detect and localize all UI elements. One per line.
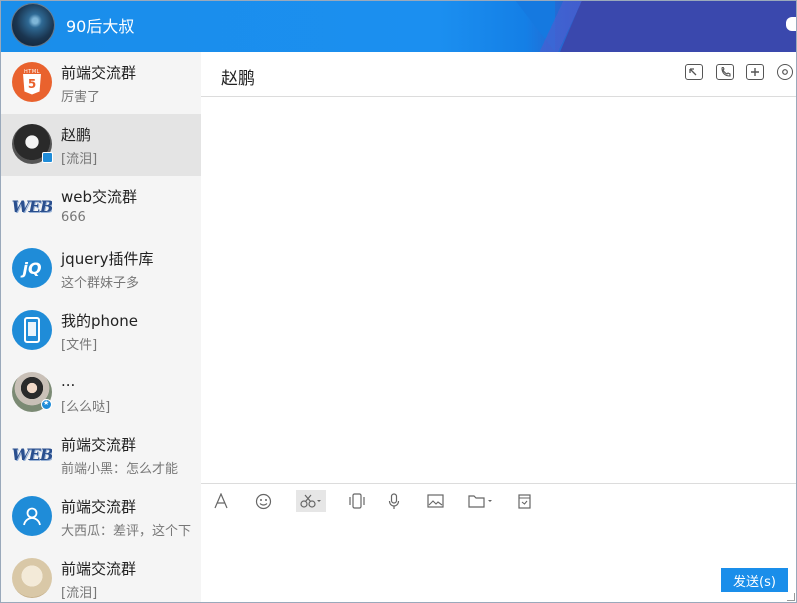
conversation-item[interactable]: jQ jquery插件库 这个群妹子多 xyxy=(0,238,201,300)
input-area[interactable]: 发送(s) xyxy=(201,483,797,603)
conversation-last-message: 这个群妹子多 xyxy=(61,276,140,291)
shake-icon[interactable] xyxy=(347,490,367,512)
conversation-name: web交流群 xyxy=(61,188,138,206)
send-button[interactable]: 发送(s) xyxy=(721,568,788,592)
conversation-name: 前端交流群 xyxy=(61,436,137,454)
conversation-item[interactable]: 前端交流群 [流泪] xyxy=(0,548,201,603)
web-logo-icon: WEB xyxy=(12,434,52,474)
title-decoration-panel xyxy=(560,0,797,52)
scissors-icon[interactable] xyxy=(296,490,326,512)
conversation-last-message: [文件] xyxy=(61,338,98,353)
conversation-last-message: [流泪] xyxy=(61,152,98,167)
chat-panel: 赵鹏 发送(s) xyxy=(201,52,797,603)
conversation-item[interactable]: 前端交流群 大西瓜：差评，这个下 xyxy=(0,486,201,548)
conversation-item[interactable]: 赵鹏 [流泪] xyxy=(0,114,201,176)
title-decoration-stripe xyxy=(530,0,590,52)
conversation-item[interactable]: 我的phone [文件] xyxy=(0,300,201,362)
message-area[interactable] xyxy=(201,98,797,483)
window-control[interactable] xyxy=(786,17,797,31)
microphone-icon[interactable] xyxy=(386,490,402,512)
phone-call-icon[interactable] xyxy=(716,64,734,80)
conversation-name: 赵鹏 xyxy=(61,126,92,144)
conversation-name: 前端交流群 xyxy=(61,64,137,82)
conversation-item[interactable]: WEB web交流群 666 xyxy=(0,176,201,238)
conversation-last-message: 大西瓜：差评，这个下 xyxy=(61,524,192,539)
beige-avatar xyxy=(12,558,52,598)
conversation-item[interactable]: ... [么么哒] xyxy=(0,362,201,424)
conversation-list[interactable]: HTML 5 前端交流群 厉害了 赵鹏 [流泪] WEB web交流群 666 … xyxy=(0,52,201,603)
web-logo-icon: WEB xyxy=(12,186,52,226)
title-bar: 90后大叔 xyxy=(0,0,797,52)
star-badge-icon xyxy=(41,399,52,410)
phone-icon xyxy=(12,310,52,350)
html5-icon: HTML 5 xyxy=(12,62,52,102)
mobile-status-icon xyxy=(42,152,53,163)
conversation-item[interactable]: WEB 前端交流群 前端小黑：怎么才能 xyxy=(0,424,201,486)
resize-grip-icon[interactable] xyxy=(787,593,795,601)
contact-icon xyxy=(12,496,52,536)
user-name: 90后大叔 xyxy=(66,17,135,36)
settings-icon[interactable] xyxy=(777,64,793,80)
screen-share-icon[interactable] xyxy=(685,64,703,80)
conversation-item[interactable]: HTML 5 前端交流群 厉害了 xyxy=(0,52,201,114)
user-avatar[interactable] xyxy=(11,3,55,47)
document-icon[interactable] xyxy=(516,490,532,512)
conversation-last-message: 666 xyxy=(61,210,86,225)
conversation-last-message: [么么哒] xyxy=(61,400,111,415)
image-icon[interactable] xyxy=(425,490,445,512)
jquery-icon: jQ xyxy=(12,248,52,288)
conversation-name: ... xyxy=(61,372,76,390)
font-icon[interactable] xyxy=(211,490,231,512)
conversation-name: 前端交流群 xyxy=(61,560,137,578)
conversation-name: 我的phone xyxy=(61,312,138,330)
folder-icon[interactable] xyxy=(466,490,496,512)
conversation-name: 前端交流群 xyxy=(61,498,137,516)
conversation-last-message: 前端小黑：怎么才能 xyxy=(61,462,179,477)
add-icon[interactable] xyxy=(746,64,764,80)
emoji-icon[interactable] xyxy=(253,490,273,512)
chat-header: 赵鹏 xyxy=(201,52,797,97)
conversation-last-message: 厉害了 xyxy=(61,90,101,105)
conversation-last-message: [流泪] xyxy=(61,586,98,601)
chat-title: 赵鹏 xyxy=(221,69,255,89)
conversation-name: jquery插件库 xyxy=(61,250,154,268)
